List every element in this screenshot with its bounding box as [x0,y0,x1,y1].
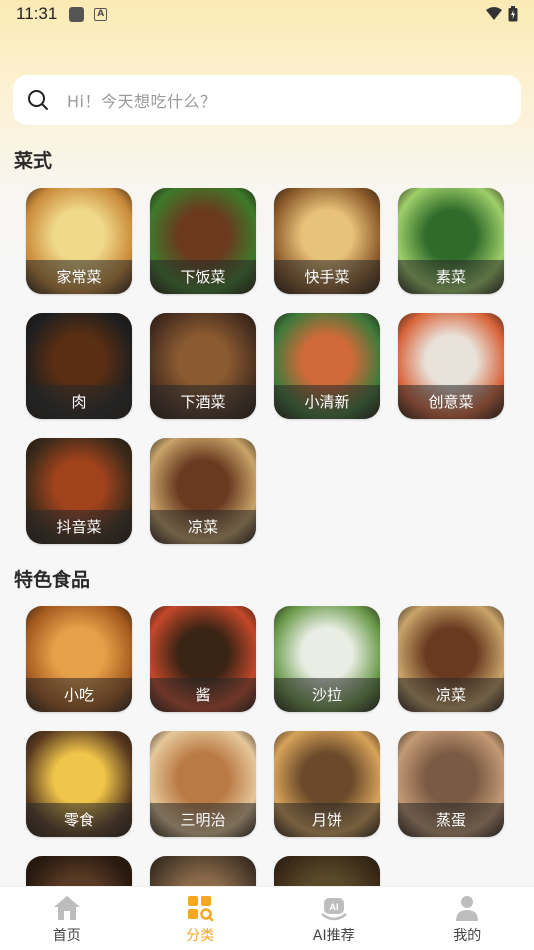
specialty-food-tile[interactable]: 酱 [150,606,256,712]
user-icon [456,896,479,921]
home-icon [53,896,80,920]
specialty-food-tile[interactable]: 凉菜 [398,606,504,712]
dish-category-label: 小清新 [274,385,380,419]
dish-category-label: 凉菜 [150,510,256,544]
specialty-food-label: 酱 [150,678,256,712]
nav-mine[interactable]: 我的 [401,887,534,950]
dish-category-tile[interactable]: 肉 [26,313,132,419]
specialty-food-tile[interactable]: 零食 [26,731,132,837]
nav-category[interactable]: 分类 [134,887,268,950]
specialty-food-tile[interactable]: 小吃 [26,606,132,712]
notification-icon [69,6,85,22]
dish-category-grid: 家常菜 下饭菜 快手菜 素菜肉下酒菜 小清新 创意菜抖音菜 凉菜 [26,188,508,544]
battery-icon [508,6,518,22]
dish-category-tile[interactable]: 下酒菜 [150,313,256,419]
dish-category-tile[interactable]: 素菜 [398,188,504,294]
specialty-food-label: 沙拉 [274,678,380,712]
dish-category-tile[interactable]: 小清新 [274,313,380,419]
ai-robot-icon: AI [320,898,347,921]
nav-ai[interactable]: AI AI推荐 [267,887,401,950]
a-icon: A [94,7,108,21]
specialty-food-label: 月饼 [274,803,380,837]
status-bar: 11:31 A [0,0,534,28]
search-bar[interactable]: Hi！今天想吃什么？ [13,75,521,125]
specialty-food-tile[interactable]: 蒸蛋 [398,731,504,837]
search-icon [28,90,48,110]
section-title-dishes: 菜式 [14,150,53,172]
wifi-icon [486,7,502,20]
dish-category-label: 抖音菜 [26,510,132,544]
nav-home-label: 首页 [52,928,81,944]
dish-category-tile[interactable]: 凉菜 [150,438,256,544]
dish-category-tile[interactable]: 家常菜 [26,188,132,294]
category-icon [188,896,214,922]
dish-category-label: 家常菜 [26,260,132,294]
nav-category-label: 分类 [186,928,215,944]
specialty-food-label: 零食 [26,803,132,837]
specialty-food-label: 三明治 [150,803,256,837]
specialty-food-label: 蒸蛋 [398,803,504,837]
dish-category-label: 肉 [26,385,132,419]
dish-category-tile[interactable]: 快手菜 [274,188,380,294]
dish-category-label: 创意菜 [398,385,504,419]
dish-category-tile[interactable]: 创意菜 [398,313,504,419]
specialty-food-tile[interactable]: 月饼 [274,731,380,837]
section-title-specialty: 特色食品 [14,569,91,591]
specialty-food-tile[interactable]: 沙拉 [274,606,380,712]
nav-ai-label: AI推荐 [312,928,355,944]
dish-category-tile[interactable]: 抖音菜 [26,438,132,544]
bottom-nav: 首页 分类 AI AI推荐 我的 [0,886,534,950]
nav-mine-label: 我的 [453,928,482,944]
specialty-food-label: 凉菜 [398,678,504,712]
dish-category-tile[interactable]: 下饭菜 [150,188,256,294]
nav-home[interactable]: 首页 [0,887,134,950]
svg-text:AI: AI [329,902,338,912]
specialty-food-label: 小吃 [26,678,132,712]
status-time: 11:31 [16,4,58,23]
search-input[interactable]: Hi！今天想吃什么？ [67,88,216,112]
dish-category-label: 下饭菜 [150,260,256,294]
dish-category-label: 快手菜 [274,260,380,294]
dish-category-label: 下酒菜 [150,385,256,419]
specialty-food-tile[interactable]: 三明治 [150,731,256,837]
dish-category-label: 素菜 [398,260,504,294]
